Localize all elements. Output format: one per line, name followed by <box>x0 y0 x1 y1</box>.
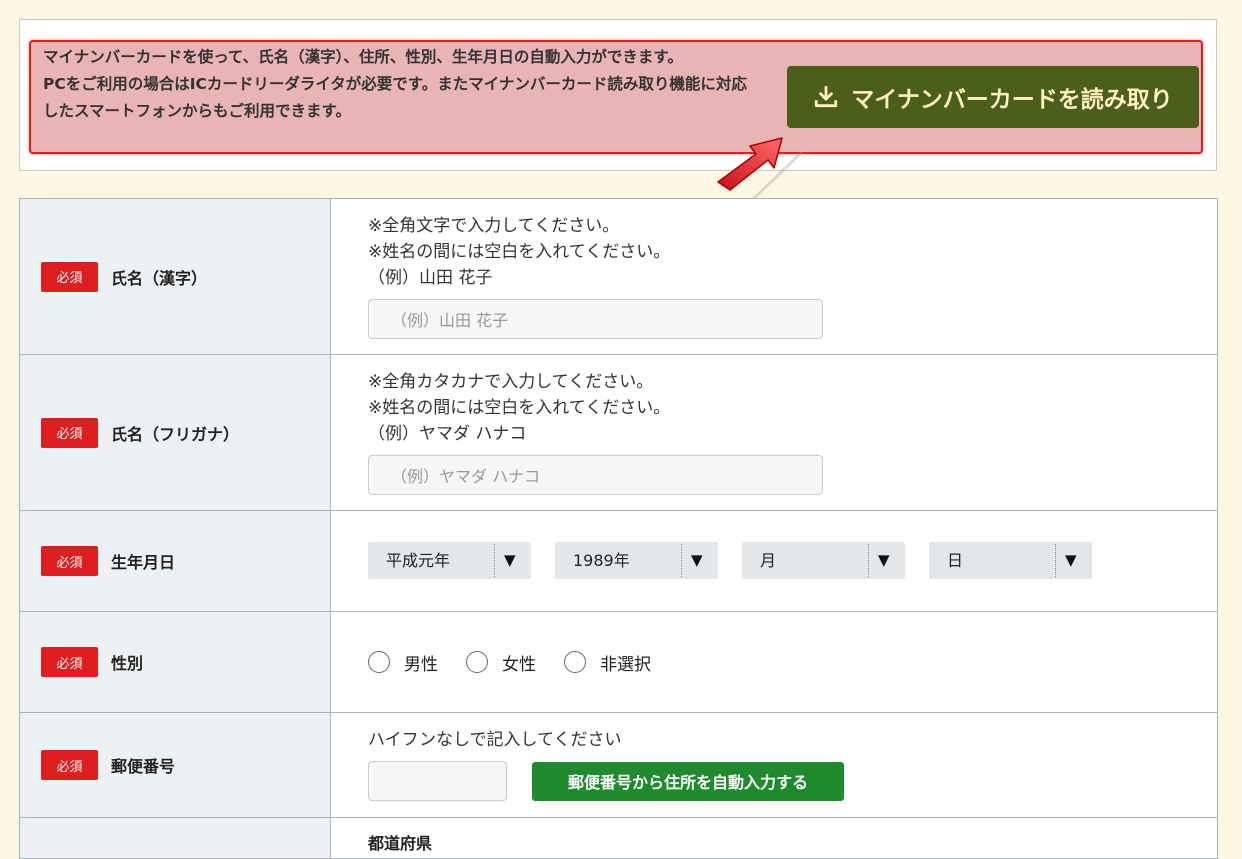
postal-autofill-button[interactable]: 郵便番号から住所を自動入力する <box>532 761 844 801</box>
gender-radio-group: 男性 女性 非選択 <box>368 650 679 675</box>
required-badge: 必須 <box>41 417 98 448</box>
postal-hint: ハイフンなしで記入してください <box>368 730 622 750</box>
required-badge: 必須 <box>41 261 98 292</box>
read-button-label: マイナンバーカードを読み取り <box>851 87 1173 113</box>
application-form-table: 必須 氏名（漢字） ※全角文字で入力してください。 ※姓名の間には空白を入れてく… <box>19 198 1218 859</box>
year-select[interactable]: 1989年 ▼ <box>555 542 718 579</box>
label-cell: 必須 氏名（フリガナ） <box>20 355 331 510</box>
gender-radio-unselected[interactable]: 非選択 <box>564 650 651 675</box>
required-badge: 必須 <box>41 546 98 576</box>
postal-input-row: 郵便番号から住所を自動入力する <box>368 761 1217 801</box>
caret-down-icon: ▼ <box>691 551 703 569</box>
hint-text: ※全角文字で入力してください。 <box>368 216 620 236</box>
gender-radio-male[interactable]: 男性 <box>368 650 438 675</box>
row-postal: 必須 郵便番号 ハイフンなしで記入してください 郵便番号から住所を自動入力する <box>20 712 1217 817</box>
month-select-value: 月 <box>760 551 777 570</box>
value-cell: ※全角文字で入力してください。 ※姓名の間には空白を入れてください。 （例）山田… <box>331 199 1217 354</box>
era-select-value: 平成元年 <box>386 551 451 570</box>
row-birthdate: 必須 生年月日 平成元年 ▼ 1989年 ▼ 月 ▼ 日 ▼ <box>20 510 1217 611</box>
radio-circle[interactable] <box>368 651 390 673</box>
gender-radio-female[interactable]: 女性 <box>466 650 536 675</box>
month-select[interactable]: 月 ▼ <box>742 542 905 579</box>
radio-circle[interactable] <box>466 651 488 673</box>
postal-label: 郵便番号 <box>111 757 176 776</box>
notice-text: マイナンバーカードを使って、氏名（漢字）、住所、性別、生年月日の自動入力ができま… <box>43 44 755 125</box>
notice-line-2: PCをご利用の場合はICカードリーダライタが必要です。またマイナンバーカード読み… <box>43 75 747 120</box>
required-badge: 必須 <box>41 647 98 677</box>
select-divider <box>868 544 869 577</box>
caret-down-icon: ▼ <box>1065 551 1077 569</box>
row-name-kana: 必須 氏名（フリガナ） ※全角カタカナで入力してください。 ※姓名の間には空白を… <box>20 354 1217 510</box>
hint-text: （例）山田 花子 <box>368 268 493 288</box>
hint-text: ※姓名の間には空白を入れてください。 <box>368 242 671 262</box>
mynumber-notice-highlight: マイナンバーカードを使って、氏名（漢字）、住所、性別、生年月日の自動入力ができま… <box>29 40 1203 154</box>
value-cell: ハイフンなしで記入してください 郵便番号から住所を自動入力する <box>331 713 1217 817</box>
notice-line-1: マイナンバーカードを使って、氏名（漢字）、住所、性別、生年月日の自動入力ができま… <box>43 48 683 66</box>
year-select-value: 1989年 <box>573 551 630 570</box>
radio-label: 女性 <box>502 654 536 675</box>
prefecture-label: 都道府県 <box>368 834 433 853</box>
radio-label: 男性 <box>404 654 438 675</box>
label-cell: 必須 氏名（漢字） <box>20 199 331 354</box>
hint-text: ※姓名の間には空白を入れてください。 <box>368 398 671 418</box>
name-kana-label: 氏名（フリガナ） <box>111 424 240 444</box>
hint-text: ※全角カタカナで入力してください。 <box>368 372 654 392</box>
radio-label: 非選択 <box>600 654 651 675</box>
postal-code-input[interactable] <box>368 761 507 801</box>
label-cell: 必須 郵便番号 <box>20 713 331 817</box>
select-divider <box>494 544 495 577</box>
day-select[interactable]: 日 ▼ <box>929 542 1092 579</box>
select-divider <box>681 544 682 577</box>
mynumber-notice-box: マイナンバーカードを使って、氏名（漢字）、住所、性別、生年月日の自動入力ができま… <box>19 19 1217 171</box>
name-kanji-label: 氏名（漢字） <box>111 268 208 288</box>
row-prefecture: 都道府県 <box>20 817 1217 858</box>
name-kanji-input[interactable]: （例）山田 花子 <box>368 299 823 339</box>
radio-circle[interactable] <box>564 651 586 673</box>
required-badge: 必須 <box>41 750 98 780</box>
value-cell: 平成元年 ▼ 1989年 ▼ 月 ▼ 日 ▼ <box>331 511 1217 611</box>
hint-text: （例）ヤマダ ハナコ <box>368 424 527 444</box>
download-icon <box>815 85 838 108</box>
value-cell: 都道府県 <box>331 818 1217 858</box>
era-select[interactable]: 平成元年 ▼ <box>368 542 531 579</box>
label-cell <box>20 818 331 858</box>
value-cell: ※全角カタカナで入力してください。 ※姓名の間には空白を入れてください。 （例）… <box>331 355 1217 510</box>
caret-down-icon: ▼ <box>504 551 516 569</box>
value-cell: 男性 女性 非選択 <box>331 612 1217 712</box>
day-select-value: 日 <box>947 551 964 570</box>
gender-label: 性別 <box>111 654 144 673</box>
label-cell: 必須 生年月日 <box>20 511 331 611</box>
label-cell: 必須 性別 <box>20 612 331 712</box>
birthdate-label: 生年月日 <box>111 553 176 572</box>
select-divider <box>1055 544 1056 577</box>
row-name-kanji: 必須 氏名（漢字） ※全角文字で入力してください。 ※姓名の間には空白を入れてく… <box>20 199 1217 354</box>
row-gender: 必須 性別 男性 女性 非選択 <box>20 611 1217 712</box>
caret-down-icon: ▼ <box>878 551 890 569</box>
read-mynumber-card-button[interactable]: マイナンバーカードを読み取り <box>787 66 1199 128</box>
name-kana-input[interactable]: （例）ヤマダ ハナコ <box>368 455 823 495</box>
